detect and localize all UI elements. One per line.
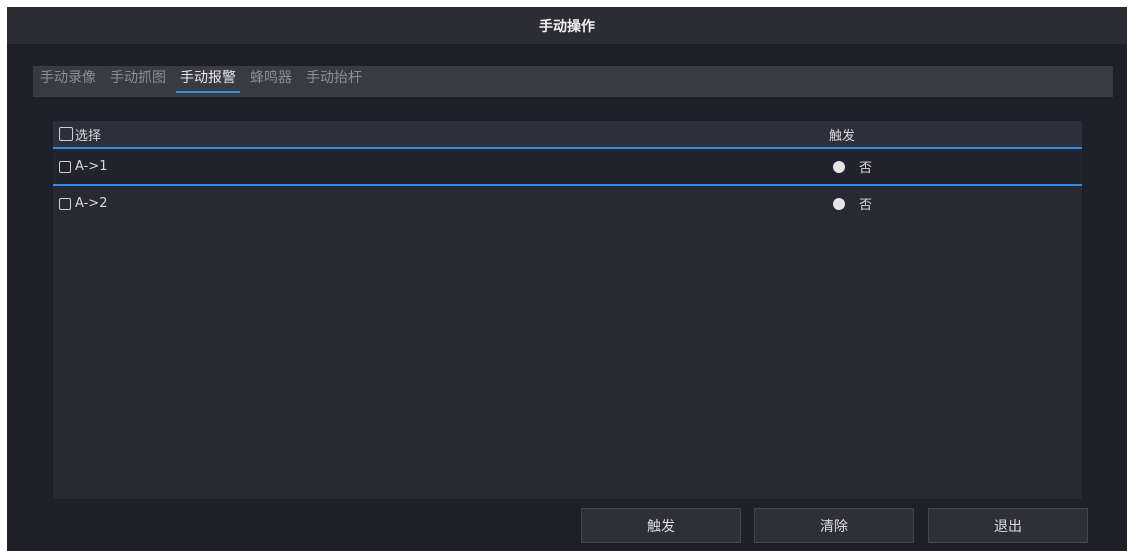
row-select-cell: A->1 <box>59 149 107 184</box>
trigger-radio[interactable] <box>833 197 845 210</box>
tab-bar: 手动录像 手动抓图 手动报警 蜂鸣器 手动抬杆 <box>33 66 1113 97</box>
select-column-label: 选择 <box>75 128 102 144</box>
table-header: 选择 触发 <box>53 121 1082 149</box>
window-title: 手动操作 <box>539 18 595 35</box>
alarm-table: 选择 触发 A->1 否 A->2 否 <box>53 121 1082 499</box>
row-trigger-cell: 否 <box>833 149 872 184</box>
row-checkbox[interactable] <box>59 197 71 210</box>
tab-manual-record[interactable]: 手动录像 <box>33 66 103 96</box>
row-name: A->2 <box>75 196 108 211</box>
row-trigger-value: 否 <box>859 198 873 213</box>
window-title-bar: 手动操作 <box>7 7 1127 44</box>
trigger-column-header: 触发 <box>829 121 855 147</box>
trigger-radio[interactable] <box>833 160 845 173</box>
row-name: A->1 <box>75 159 108 174</box>
clear-button[interactable]: 清除 <box>754 508 914 543</box>
exit-button[interactable]: 退出 <box>928 508 1088 543</box>
select-column-header: 选择 <box>59 121 101 147</box>
trigger-column-label: 触发 <box>829 128 856 144</box>
row-checkbox[interactable] <box>59 160 71 173</box>
table-row[interactable]: A->1 否 <box>53 149 1082 186</box>
select-all-checkbox[interactable] <box>59 127 73 141</box>
table-row[interactable]: A->2 否 <box>53 186 1082 221</box>
row-trigger-value: 否 <box>859 161 873 176</box>
tab-buzzer[interactable]: 蜂鸣器 <box>243 66 299 96</box>
manual-operation-window: 手动操作 手动录像 手动抓图 手动报警 蜂鸣器 手动抬杆 选择 触发 A->1 … <box>7 7 1127 551</box>
row-select-cell: A->2 <box>59 186 107 221</box>
tab-manual-barrier[interactable]: 手动抬杆 <box>299 66 369 96</box>
trigger-button[interactable]: 触发 <box>581 508 741 543</box>
row-trigger-cell: 否 <box>833 186 872 221</box>
tab-manual-alarm[interactable]: 手动报警 <box>173 66 243 96</box>
tab-manual-capture[interactable]: 手动抓图 <box>103 66 173 96</box>
